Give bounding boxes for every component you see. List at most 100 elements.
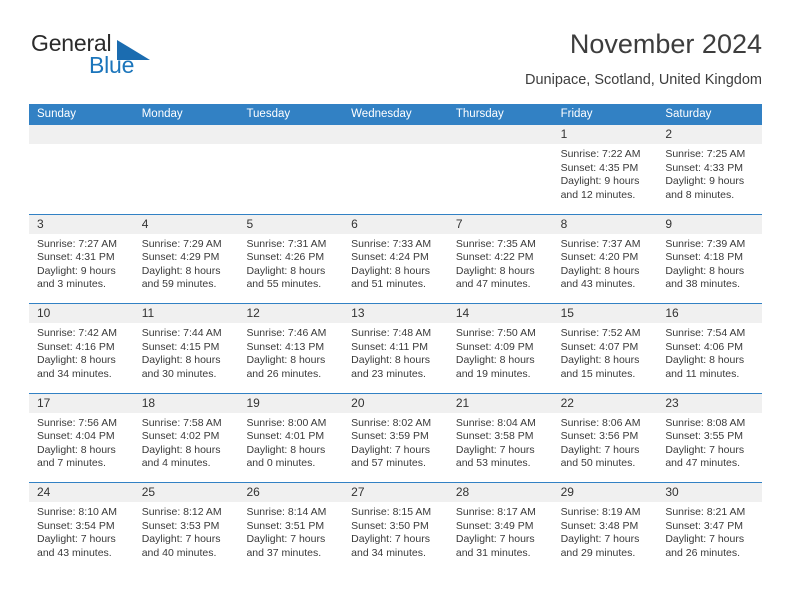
- calendar-day-cell[interactable]: 7 Sunrise: 7:35 AM Sunset: 4:22 PM Daylight…: [447, 214, 553, 303]
- day-sun-info: Sunrise: 7:35 AM Sunset: 4:22 PM Daylight:…: [448, 234, 553, 292]
- calendar-day-cell[interactable]: 6 Sunrise: 7:33 AM Sunset: 4:24 PM Daylight…: [343, 214, 448, 303]
- calendar-day-cell[interactable]: 29 Sunrise: 8:19 AM Sunset: 3:48 PM Dayligh…: [552, 483, 658, 572]
- calendar-day-cell[interactable]: 9 Sunrise: 7:39 AM Sunset: 4:18 PM Daylight…: [657, 214, 763, 303]
- day-number: 14: [455, 306, 470, 320]
- daylight-text-line2: and 26 minutes.: [246, 367, 322, 380]
- calendar-day-cell[interactable]: 16 Sunrise: 7:54 AM Sunset: 4:06 PM Dayligh…: [657, 304, 763, 393]
- calendar-day-cell[interactable]: 12 Sunrise: 7:46 AM Sunset: 4:13 PM Dayligh…: [238, 304, 344, 393]
- sunset-text: Sunset: 4:15 PM: [141, 340, 220, 353]
- sunset-text: Sunset: 4:07 PM: [560, 340, 639, 353]
- calendar-day-cell[interactable]: 27 Sunrise: 8:15 AM Sunset: 3:50 PM Dayligh…: [343, 483, 448, 572]
- daylight-text-line1: Daylight: 7 hours: [351, 533, 430, 546]
- sunrise-text: Sunrise: 7:33 AM: [351, 237, 432, 250]
- day-number-band: 13: [343, 304, 448, 323]
- calendar-day-cell[interactable]: 19 Sunrise: 8:00 AM Sunset: 4:01 PM Dayligh…: [238, 393, 344, 482]
- day-number-band: 15: [552, 304, 658, 323]
- daylight-text-line1: Daylight: 8 hours: [665, 354, 745, 367]
- daylight-text-line1: Daylight: 8 hours: [37, 443, 116, 456]
- title-block: November 2024 Dunipace, Scotland, United…: [525, 28, 762, 90]
- day-sun-info: Sunrise: 8:04 AM Sunset: 3:58 PM Daylight:…: [448, 413, 553, 471]
- daylight-text-line1: Daylight: 8 hours: [37, 354, 116, 367]
- daylight-text-line1: Daylight: 7 hours: [455, 533, 535, 546]
- daylight-text-line2: and 7 minutes.: [37, 457, 106, 470]
- sunrise-text: Sunrise: 8:08 AM: [665, 416, 746, 429]
- daylight-text-line2: and 4 minutes.: [141, 457, 211, 470]
- daylight-text-line2: and 43 minutes.: [37, 546, 112, 559]
- daylight-text-line1: Daylight: 9 hours: [665, 175, 745, 188]
- weekday-header-saturday: Saturday: [665, 108, 712, 120]
- day-sun-info: Sunrise: 7:31 AM Sunset: 4:26 PM Daylight:…: [238, 234, 343, 292]
- daylight-text-line2: and 30 minutes.: [141, 367, 217, 380]
- sunrise-text: Sunrise: 7:22 AM: [560, 148, 641, 160]
- daylight-text-line2: and 31 minutes.: [455, 546, 531, 559]
- sunrise-text: Sunrise: 7:25 AM: [665, 148, 746, 160]
- calendar-day-cell-empty: [343, 125, 448, 214]
- calendar-day-cell[interactable]: 4 Sunrise: 7:29 AM Sunset: 4:29 PM Daylight…: [133, 214, 239, 303]
- sunrise-text: Sunrise: 7:44 AM: [141, 327, 222, 339]
- sunset-text: Sunset: 4:04 PM: [37, 430, 115, 443]
- calendar-week-row: 1 Sunrise: 7:22 AM Sunset: 4:35 PM Daylight…: [29, 125, 763, 214]
- calendar-day-cell[interactable]: 25 Sunrise: 8:12 AM Sunset: 3:53 PM Dayligh…: [133, 483, 239, 572]
- weekday-header-thursday: Thursday: [455, 108, 504, 120]
- calendar-day-cell[interactable]: 1 Sunrise: 7:22 AM Sunset: 4:35 PM Daylight…: [552, 125, 658, 214]
- sunset-text: Sunset: 4:01 PM: [246, 430, 325, 443]
- calendar-day-cell[interactable]: 14 Sunrise: 7:50 AM Sunset: 4:09 PM Dayligh…: [447, 304, 553, 393]
- day-number: 30: [665, 485, 679, 499]
- sunset-text: Sunset: 3:47 PM: [665, 519, 743, 532]
- day-number-band: 22: [552, 393, 658, 413]
- calendar-day-cell[interactable]: 5 Sunrise: 7:31 AM Sunset: 4:26 PM Daylight…: [238, 214, 344, 303]
- day-number: 10: [37, 306, 51, 320]
- day-sun-info: Sunrise: 7:33 AM Sunset: 4:24 PM Daylight:…: [343, 234, 448, 292]
- sunset-text: Sunset: 3:51 PM: [246, 519, 325, 532]
- calendar-day-cell[interactable]: 28 Sunrise: 8:17 AM Sunset: 3:49 PM Dayligh…: [447, 483, 553, 572]
- calendar-day-cell[interactable]: 21 Sunrise: 8:04 AM Sunset: 3:58 PM Dayligh…: [447, 393, 553, 482]
- day-sun-info: Sunrise: 7:46 AM Sunset: 4:13 PM Daylight:…: [238, 323, 343, 381]
- calendar-day-cell[interactable]: 10 Sunrise: 7:42 AM Sunset: 4:16 PM Dayligh…: [29, 304, 134, 393]
- calendar-day-cell[interactable]: 11 Sunrise: 7:44 AM Sunset: 4:15 PM Dayligh…: [133, 304, 239, 393]
- day-number: 16: [665, 306, 679, 320]
- day-number: 3: [37, 216, 44, 231]
- calendar-day-cell[interactable]: 22 Sunrise: 8:06 AM Sunset: 3:56 PM Dayligh…: [552, 393, 658, 482]
- daylight-text-line2: and 34 minutes.: [37, 367, 112, 380]
- weekday-header-sunday: Sunday: [37, 108, 77, 120]
- calendar-day-cell[interactable]: 8 Sunrise: 7:37 AM Sunset: 4:20 PM Daylight…: [552, 214, 658, 303]
- calendar-day-cell[interactable]: 23 Sunrise: 8:08 AM Sunset: 3:55 PM Dayligh…: [657, 393, 763, 482]
- day-number: 12: [246, 306, 260, 320]
- calendar-day-cell[interactable]: 2 Sunrise: 7:25 AM Sunset: 4:33 PM Daylight…: [657, 125, 763, 214]
- day-number: 2: [665, 127, 672, 141]
- calendar-day-cell[interactable]: 17 Sunrise: 7:56 AM Sunset: 4:04 PM Dayligh…: [29, 393, 134, 482]
- sunrise-text: Sunrise: 7:29 AM: [141, 237, 222, 250]
- day-number-band: 10: [29, 304, 134, 323]
- calendar-day-cell[interactable]: 26 Sunrise: 8:14 AM Sunset: 3:51 PM Dayligh…: [238, 483, 344, 572]
- day-number-band: 26: [238, 483, 344, 502]
- day-number: 6: [351, 216, 358, 231]
- sunrise-text: Sunrise: 7:48 AM: [351, 327, 432, 339]
- calendar-day-cell[interactable]: 30 Sunrise: 8:21 AM Sunset: 3:47 PM Dayligh…: [657, 483, 763, 572]
- calendar-day-cell[interactable]: 3 Sunrise: 7:27 AM Sunset: 4:31 PM Daylight…: [29, 214, 134, 303]
- weekday-header-tuesday: Tuesday: [246, 108, 291, 120]
- sunrise-text: Sunrise: 7:50 AM: [455, 327, 536, 339]
- sunrise-text: Sunrise: 7:31 AM: [246, 237, 327, 250]
- calendar-day-cell[interactable]: 18 Sunrise: 7:58 AM Sunset: 4:02 PM Dayligh…: [133, 393, 239, 482]
- calendar-day-cell[interactable]: 13 Sunrise: 7:48 AM Sunset: 4:11 PM Dayligh…: [343, 304, 448, 393]
- day-number: 15: [560, 306, 574, 320]
- day-sun-info: Sunrise: 7:42 AM Sunset: 4:16 PM Daylight:…: [29, 323, 134, 381]
- calendar-day-cell[interactable]: 15 Sunrise: 7:52 AM Sunset: 4:07 PM Dayligh…: [552, 304, 658, 393]
- calendar-day-cell[interactable]: 20 Sunrise: 8:02 AM Sunset: 3:59 PM Dayligh…: [343, 393, 448, 482]
- sunrise-text: Sunrise: 8:21 AM: [665, 506, 746, 518]
- day-number-band: [343, 125, 448, 144]
- sunrise-text: Sunrise: 7:54 AM: [665, 327, 746, 339]
- calendar-day-cell-empty: [447, 125, 553, 214]
- sunset-text: Sunset: 4:09 PM: [455, 340, 534, 353]
- daylight-text-line2: and 23 minutes.: [351, 367, 426, 380]
- brand-logo[interactable]: General Blue: [29, 28, 259, 90]
- sunrise-text: Sunrise: 7:56 AM: [37, 416, 117, 429]
- daylight-text-line1: Daylight: 7 hours: [37, 533, 116, 546]
- calendar-day-cell[interactable]: 24 Sunrise: 8:10 AM Sunset: 3:54 PM Dayligh…: [29, 483, 134, 572]
- calendar-page: General Blue November 2024 Dunipace, Sco…: [0, 0, 792, 612]
- day-number-band: 11: [133, 304, 239, 323]
- sunset-text: Sunset: 4:11 PM: [351, 340, 429, 353]
- sunset-text: Sunset: 4:16 PM: [37, 340, 115, 353]
- daylight-text-line1: Daylight: 8 hours: [455, 264, 535, 277]
- sunrise-text: Sunrise: 7:39 AM: [665, 237, 746, 250]
